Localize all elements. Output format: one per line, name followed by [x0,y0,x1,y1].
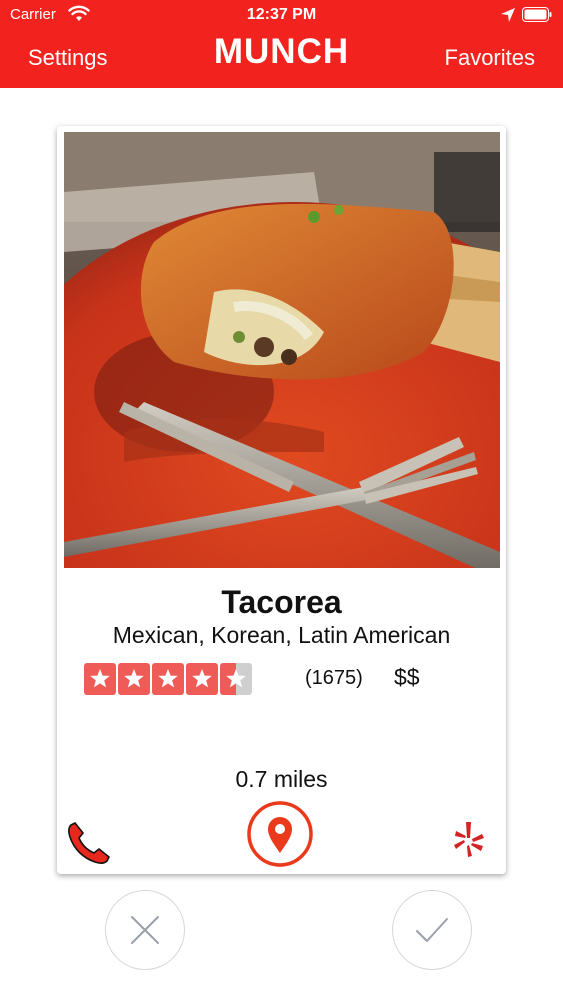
rating-star [186,663,218,695]
close-icon [131,916,159,944]
yelp-icon[interactable] [453,820,485,858]
price-level: $$ [394,664,420,690]
map-pin-icon[interactable] [247,801,313,867]
reject-button[interactable] [105,890,185,970]
star-icon [192,669,212,688]
star-rating [84,663,252,695]
battery-icon [522,7,552,22]
star-icon [226,669,246,688]
app-header: Carrier 12:37 PM Settings MUNCH Favorite… [0,0,563,88]
rating-star [220,663,252,695]
restaurant-photo [64,132,500,568]
restaurant-name: Tacorea [221,584,342,620]
status-bar: Carrier 12:37 PM [0,0,563,30]
accept-button[interactable] [392,890,472,970]
restaurant-categories: Mexican, Korean, Latin American [112,622,451,648]
review-count: (1675) [305,667,363,689]
checkmark-icon [416,918,448,942]
status-time: 12:37 PM [246,6,317,23]
star-icon [90,669,110,688]
rating-star [84,663,116,695]
distance-label: 0.7 miles [235,766,328,792]
location-arrow-icon [501,8,515,22]
favorites-button[interactable]: Favorites [445,45,535,71]
rating-star [152,663,184,695]
star-icon [124,669,144,688]
star-icon [158,669,178,688]
phone-icon[interactable] [65,821,111,867]
restaurant-card[interactable]: Tacorea Mexican, Korean, Latin American … [57,126,506,874]
rating-star [118,663,150,695]
